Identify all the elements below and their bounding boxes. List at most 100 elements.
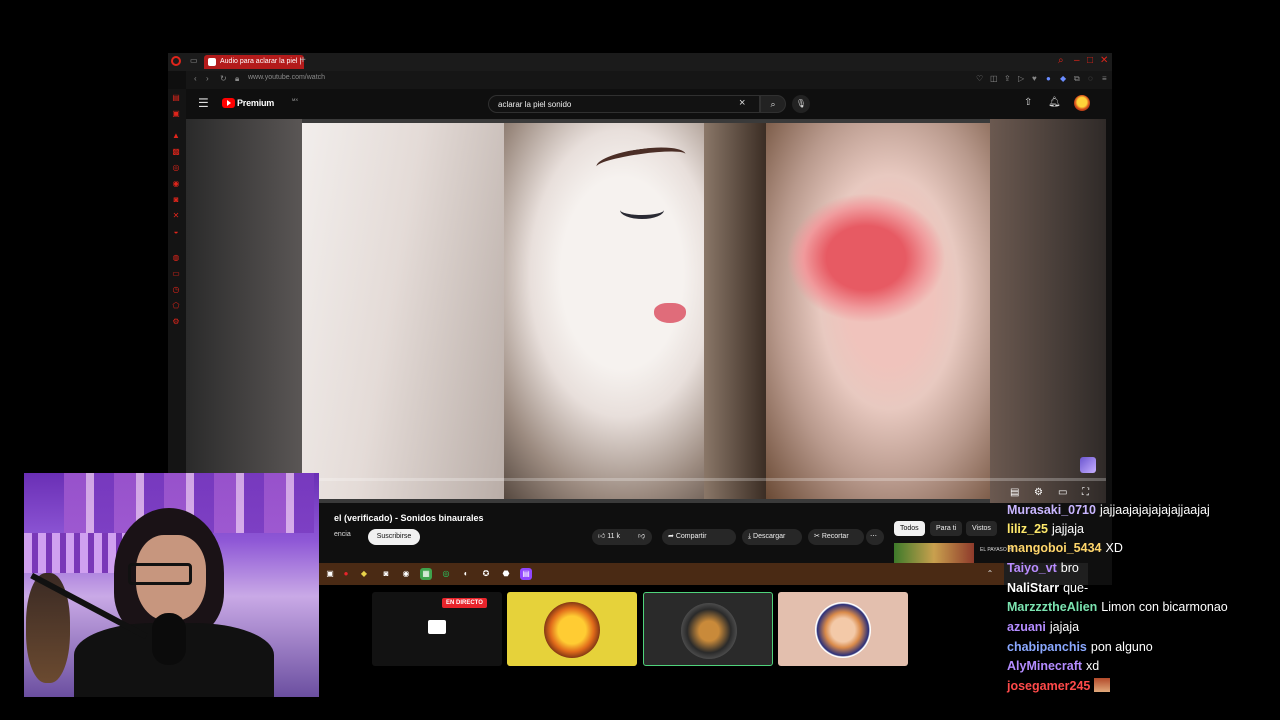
chat-message: azuani jajaja	[1007, 619, 1079, 635]
subscribe-button[interactable]: Suscribirse	[368, 529, 420, 545]
url-field[interactable]: www.youtube.com/watch	[248, 74, 325, 81]
sidebar-twitch-icon[interactable]: ▩	[171, 147, 181, 157]
search-input[interactable]: aclarar la piel sonido ×	[488, 95, 760, 113]
minimize-icon[interactable]: –	[1074, 55, 1080, 66]
sidebar-history-icon[interactable]: ◷	[171, 285, 181, 295]
microphone	[152, 613, 186, 665]
sidebar-music-icon[interactable]: ◍	[171, 253, 181, 263]
channel-name[interactable]: encia	[334, 531, 351, 538]
search-button[interactable]: ⌕	[760, 95, 786, 113]
chip-para-ti[interactable]: Para ti	[930, 521, 963, 536]
sidebar-discord-icon[interactable]: ◒	[171, 227, 181, 237]
dislike-button[interactable]: 👎︎	[632, 529, 652, 545]
tab-menu-icon[interactable]: ▭	[190, 56, 198, 65]
chat-text: XD	[1105, 541, 1123, 555]
youtube-logo-icon[interactable]	[222, 98, 235, 108]
share-icon[interactable]: ⇪	[1004, 74, 1011, 83]
subtitles-icon[interactable]: ▤	[1010, 487, 1019, 498]
sidebar-news-icon[interactable]: ▣	[171, 109, 181, 119]
youtube-premium-label[interactable]: Premium	[237, 98, 274, 108]
forward-icon[interactable]: ›	[206, 74, 209, 83]
new-tab-button[interactable]: +	[300, 55, 306, 66]
close-icon[interactable]: ✕	[1100, 55, 1108, 66]
chat-text: Limon con bicarmonao	[1101, 600, 1228, 614]
chat-text: bro	[1060, 561, 1079, 575]
clip-button[interactable]: ✂ Recortar	[808, 529, 864, 545]
related-video-thumbnail[interactable]	[894, 543, 974, 563]
taskbar-opera-icon[interactable]: ●	[340, 568, 352, 580]
sidebar-home-icon[interactable]: ▤	[171, 93, 181, 103]
voice-search-button[interactable]: 🎙︎	[792, 95, 810, 113]
camera-icon[interactable]: ◫	[990, 74, 998, 83]
vpn-icon[interactable]: ●	[1046, 74, 1051, 83]
chat-text: pon alguno	[1090, 640, 1153, 654]
theater-mode-icon[interactable]: ▭	[1058, 487, 1067, 498]
video-player[interactable]: ▤ ⚙ ▭ ⛶	[186, 119, 1106, 503]
stream-card-live[interactable]: EN DIRECTO	[372, 592, 502, 666]
settings-icon[interactable]: ⚙	[1034, 487, 1043, 498]
sidebar-x-icon[interactable]: ✕	[171, 211, 181, 221]
sidebar-extensions-icon[interactable]: ⬠	[171, 301, 181, 311]
youtube-favicon-icon	[208, 58, 216, 66]
taskbar-twitch-icon[interactable]: ▤	[520, 568, 532, 580]
chat-icon[interactable]: ◌	[1088, 74, 1093, 83]
sidebar-whatsapp-icon[interactable]: ◉	[171, 179, 181, 189]
taskbar-app-icon[interactable]: ▣	[324, 568, 336, 580]
streamer-avatar	[544, 602, 600, 658]
more-actions-button[interactable]: ⋯	[866, 529, 884, 545]
taskbar-chevron-up-icon[interactable]: ⌃	[984, 568, 996, 580]
sidebar-messenger-icon[interactable]: ◎	[171, 163, 181, 173]
back-icon[interactable]: ‹	[194, 74, 197, 83]
hamburger-icon[interactable]: ☰	[198, 96, 209, 110]
chat-text: jajjaajajajajajajjaajaj	[1099, 503, 1210, 517]
sidebar-wallet-icon[interactable]: ▭	[171, 269, 181, 279]
notifications-icon[interactable]: 🔔︎	[1048, 97, 1061, 108]
menu-icon[interactable]: ≡	[1102, 74, 1107, 83]
chip-todos[interactable]: Todos	[894, 521, 925, 536]
upload-icon[interactable]: ⇧	[1024, 97, 1032, 108]
taskbar-whatsapp-icon[interactable]: ◎	[440, 568, 452, 580]
chat-text: xd	[1086, 659, 1100, 673]
streamer-avatar	[815, 602, 871, 658]
download-button[interactable]: ⤓ Descargar	[742, 529, 802, 545]
stream-card-2[interactable]	[507, 592, 637, 666]
stream-card-3[interactable]	[643, 592, 773, 666]
sidebar-aria-icon[interactable]: ▲	[171, 131, 181, 141]
channel-watermark-icon[interactable]	[1080, 457, 1096, 473]
video-frame-skin	[302, 123, 504, 499]
chat-message: NaliStarr que-	[1007, 580, 1088, 596]
maximize-icon[interactable]: □	[1087, 55, 1093, 66]
account-avatar[interactable]	[1074, 95, 1090, 111]
heart-icon[interactable]: ♥	[1032, 74, 1037, 83]
progress-track[interactable]	[186, 478, 1106, 481]
bookmark-icon[interactable]: ♡	[976, 74, 983, 83]
taskbar-steam-icon[interactable]: ⬣	[500, 568, 512, 580]
taskbar-tool-icon[interactable]: ◐	[460, 568, 472, 580]
taskbar-minecraft-icon[interactable]: ▦	[420, 568, 432, 580]
chat-username: Murasaki_0710	[1007, 503, 1096, 517]
taskbar-chat-icon[interactable]: ◙	[380, 568, 392, 580]
puzzle-icon[interactable]: ⧉	[1074, 74, 1080, 84]
reload-icon[interactable]: ↻	[220, 74, 227, 83]
clear-search-icon[interactable]: ×	[739, 97, 745, 109]
chat-message: mangoboi_5434 XD	[1007, 540, 1123, 556]
video-letterbox-right	[990, 119, 1106, 503]
share-button[interactable]: ➦ Compartir	[662, 529, 736, 545]
taskbar-obs-icon[interactable]: ◉	[400, 568, 412, 580]
search-tabs-icon[interactable]: ⌕	[1058, 55, 1064, 66]
taskbar-xbox-icon[interactable]: ✪	[480, 568, 492, 580]
youtube-header: ☰ Premium MX aclarar la piel sonido × ⌕ …	[186, 89, 1112, 119]
chip-vistos[interactable]: Vistos	[966, 521, 997, 536]
fullscreen-icon[interactable]: ⛶	[1082, 487, 1089, 498]
taskbar-game-icon[interactable]: ◆	[358, 568, 370, 580]
streamer-avatar	[681, 603, 737, 659]
sidebar-settings-icon[interactable]: ⚙	[171, 317, 181, 327]
sidebar-instagram-icon[interactable]: ◙	[171, 195, 181, 205]
chat-username: AlyMinecraft	[1007, 659, 1083, 673]
download-label: Descargar	[753, 533, 786, 540]
play-icon[interactable]: ▷	[1018, 74, 1024, 83]
stream-card-4[interactable]	[778, 592, 908, 666]
extension-icon[interactable]: ◆	[1060, 74, 1066, 83]
opera-logo-icon[interactable]	[171, 56, 181, 66]
tab-youtube[interactable]: Audio para aclarar la piel |	[204, 55, 304, 69]
